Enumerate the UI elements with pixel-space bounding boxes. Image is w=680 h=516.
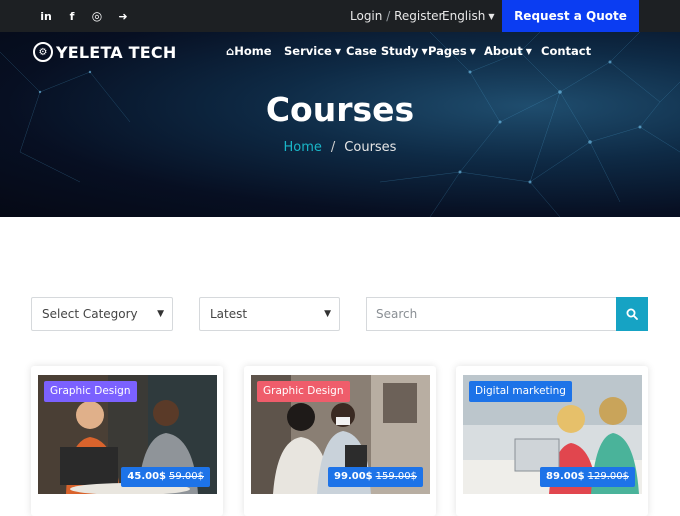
course-thumbnail[interactable]: Digital marketing 89.00$ 129.00$	[463, 375, 642, 494]
course-thumbnail[interactable]: Graphic Design 99.00$ 159.00$	[251, 375, 430, 494]
course-price: 99.00$ 159.00$	[328, 467, 423, 487]
nav-home-label: Home	[234, 44, 272, 58]
language-select[interactable]: English ▼	[442, 0, 495, 32]
search-button[interactable]	[616, 297, 648, 331]
nav-case-study[interactable]: Case Study ▼	[346, 41, 428, 61]
instagram-icon[interactable]: ◎	[85, 0, 109, 32]
auth-links: Login / Register	[350, 0, 443, 32]
request-quote-button[interactable]: Request a Quote	[502, 0, 639, 32]
breadcrumb-current: Courses	[344, 140, 397, 155]
course-price-old: 159.00$	[375, 471, 417, 482]
breadcrumb: Home / Courses	[0, 140, 680, 155]
search-input[interactable]	[366, 297, 617, 331]
course-card[interactable]: Digital marketing 89.00$ 129.00$	[456, 366, 648, 516]
course-category-badge: Digital marketing	[469, 381, 572, 402]
home-icon: ⌂	[226, 44, 235, 58]
gear-icon: ⚙	[33, 42, 53, 62]
course-price-old: 59.00$	[169, 471, 204, 482]
course-price-old: 129.00$	[587, 471, 629, 482]
nav-case-study-label: Case Study	[346, 44, 419, 58]
nav-about-label: About	[484, 44, 523, 58]
auth-separator: /	[386, 9, 391, 23]
chevron-down-icon: ▼	[488, 12, 495, 21]
category-select[interactable]: Select Category ▼	[31, 297, 173, 331]
chevron-down-icon: ▼	[469, 47, 476, 56]
chevron-down-icon: ▼	[421, 47, 428, 56]
register-link[interactable]: Register	[394, 9, 443, 23]
chevron-down-icon: ▼	[334, 47, 341, 56]
nav-about[interactable]: About ▼	[484, 41, 532, 61]
breadcrumb-home-link[interactable]: Home	[284, 140, 322, 155]
nav-contact-label: Contact	[541, 44, 592, 58]
sort-select-value: Latest	[210, 307, 248, 321]
course-card[interactable]: Graphic Design 45.00$ 59.00$	[31, 366, 223, 516]
top-bar: in f ◎ ➜ Login / Register English ▼ Reque…	[0, 0, 680, 32]
nav-pages-label: Pages	[428, 44, 467, 58]
page-title: Courses	[265, 90, 415, 129]
nav-service-label: Service	[284, 44, 332, 58]
site-logo[interactable]: ⚙ YELETA TECH	[33, 41, 176, 63]
page-hero: ⚙ YELETA TECH ⌂Home Service ▼ Case Study ▼…	[0, 32, 680, 217]
course-category-badge: Graphic Design	[257, 381, 350, 402]
chevron-down-icon: ▼	[525, 47, 532, 56]
nav-contact[interactable]: Contact	[541, 41, 591, 61]
nav-pages[interactable]: Pages ▼	[428, 41, 476, 61]
logo-text: YELETA TECH	[56, 42, 177, 62]
course-thumbnail[interactable]: Graphic Design 45.00$ 59.00$	[38, 375, 217, 494]
course-card[interactable]: Graphic Design 99.00$ 159.00$	[244, 366, 436, 516]
sort-select[interactable]: Latest ▼	[199, 297, 340, 331]
linkedin-icon[interactable]: in	[34, 0, 58, 32]
course-price-current: 45.00$	[127, 471, 166, 482]
sign-in-icon[interactable]: ➜	[111, 0, 135, 32]
search-icon	[626, 308, 638, 320]
course-price: 89.00$ 129.00$	[540, 467, 635, 487]
nav-home[interactable]: ⌂Home	[226, 41, 272, 61]
course-price-current: 89.00$	[546, 471, 585, 482]
course-price: 45.00$ 59.00$	[121, 467, 210, 487]
login-link[interactable]: Login	[350, 9, 382, 23]
category-select-value: Select Category	[42, 307, 138, 321]
chevron-down-icon: ▼	[157, 309, 164, 319]
breadcrumb-separator: /	[330, 140, 336, 155]
course-price-current: 99.00$	[334, 471, 373, 482]
language-label: English	[442, 9, 486, 23]
course-category-badge: Graphic Design	[44, 381, 137, 402]
nav-service[interactable]: Service ▼	[284, 41, 341, 61]
facebook-icon[interactable]: f	[60, 0, 84, 32]
chevron-down-icon: ▼	[324, 309, 331, 319]
